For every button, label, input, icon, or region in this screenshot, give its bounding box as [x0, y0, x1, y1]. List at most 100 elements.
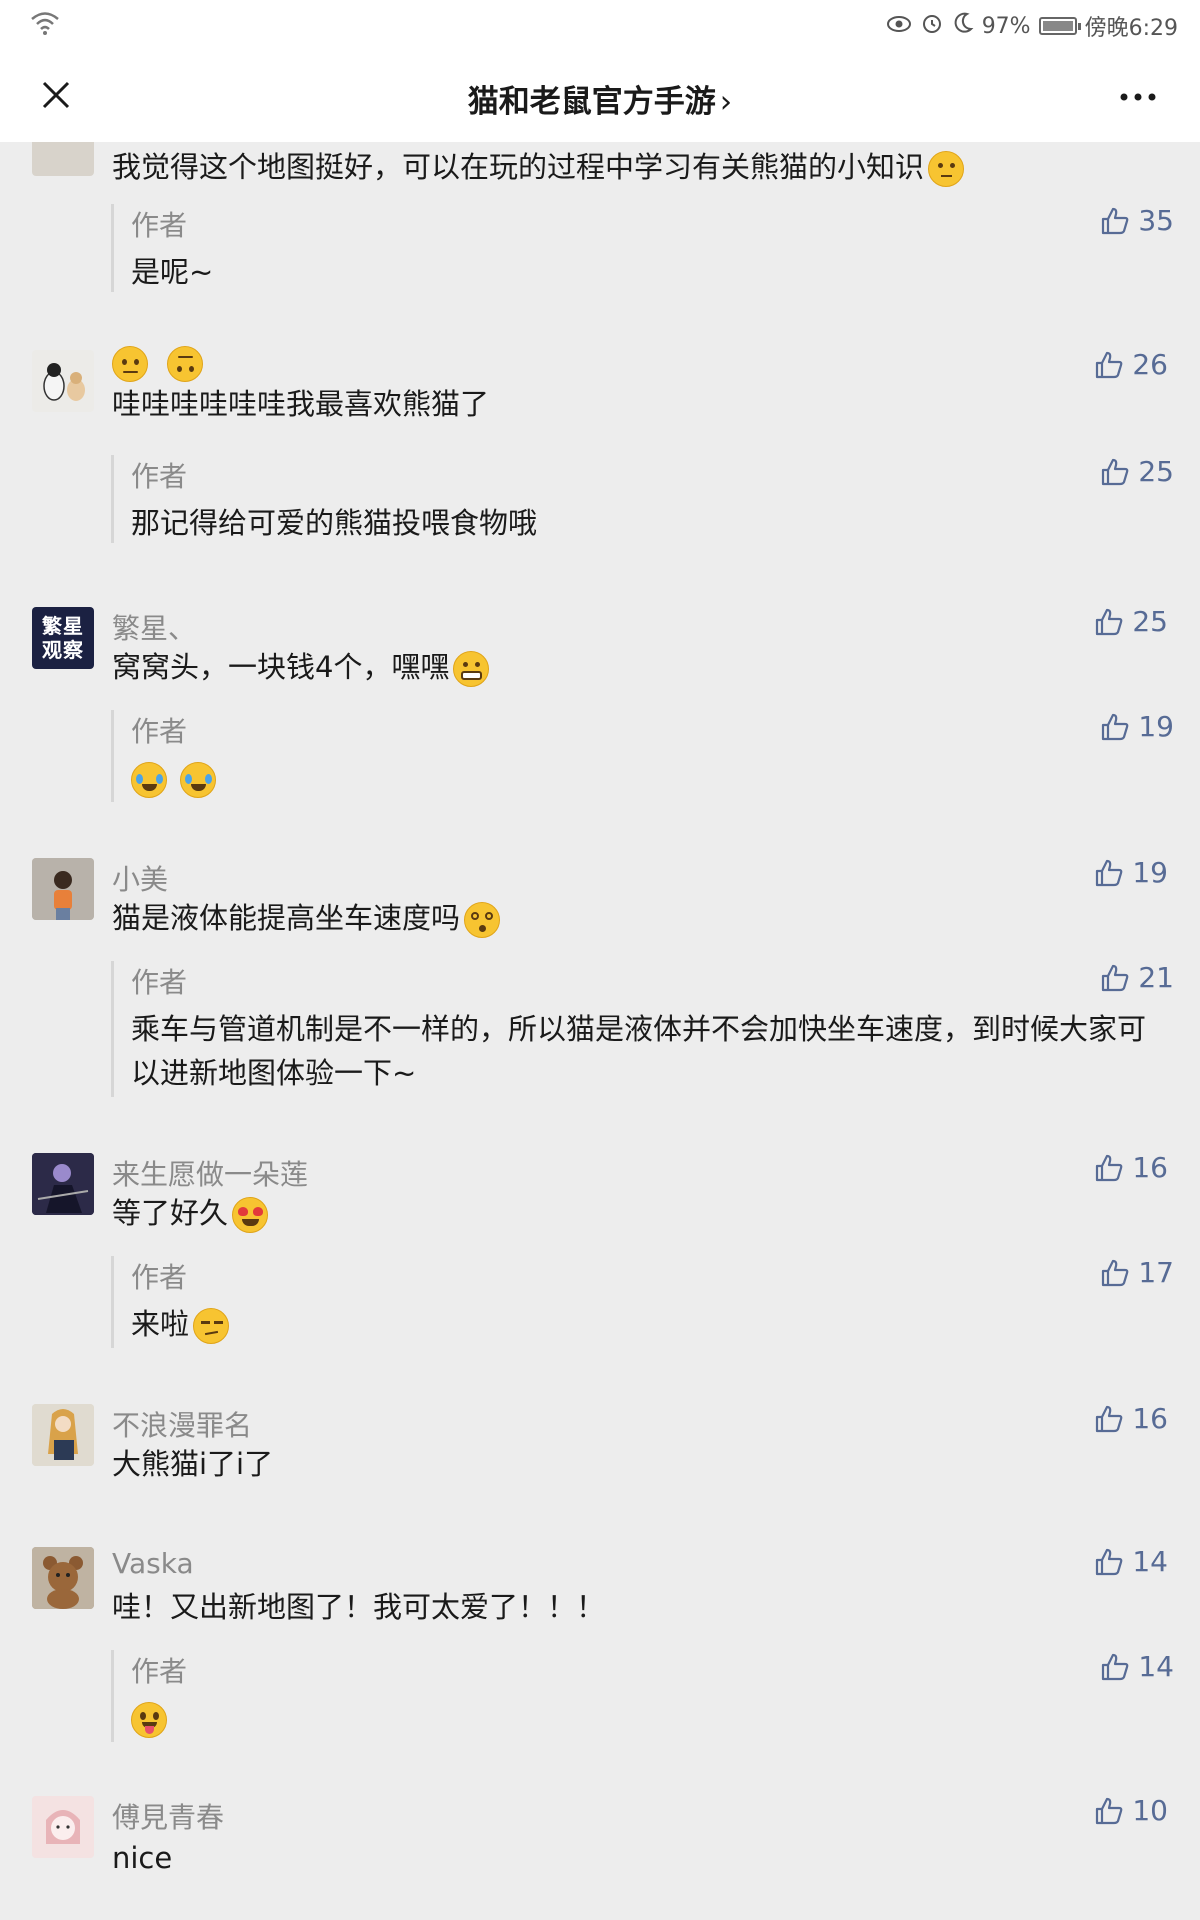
thumbs-up-icon	[1102, 964, 1129, 991]
comment-nickname: 繁星、	[112, 612, 197, 645]
reply-text: 那记得给可爱的熊猫投喂食物哦	[131, 506, 538, 540]
tongue-emoji-icon	[131, 1702, 167, 1738]
reply-text-content: 来啦	[131, 1307, 190, 1341]
reply-author-label: 作者	[131, 715, 188, 748]
thumbs-up-icon	[1096, 1154, 1123, 1181]
chevron-right-icon: ›	[719, 84, 733, 120]
avatar[interactable]	[32, 1404, 94, 1466]
comment-text-content: 窝窝头，一块钱4个，嘿嘿	[112, 650, 450, 684]
thinking-emoji-icon	[928, 151, 965, 187]
like-count: 26	[1132, 348, 1168, 381]
avatar[interactable]	[32, 1547, 94, 1609]
reply-author-label: 作者	[131, 460, 188, 493]
smile-emoji-icon	[112, 346, 148, 382]
reply-author-label: 作者	[131, 1655, 188, 1688]
like-count: 21	[1138, 961, 1174, 994]
like-button[interactable]: 16	[1094, 1151, 1168, 1184]
avatar[interactable]	[32, 142, 94, 176]
nav-bar: 猫和老鼠官方手游 ›	[0, 50, 1200, 142]
thumbs-up-icon	[1102, 1259, 1129, 1286]
like-count: 35	[1138, 204, 1174, 237]
emoji-row	[112, 340, 204, 384]
comment-nickname: 来生愿做一朵莲	[112, 1158, 309, 1191]
alarm-icon	[920, 11, 944, 41]
thumbs-up-icon	[1096, 1797, 1123, 1824]
comment-nickname: 傅見青春	[112, 1801, 225, 1834]
like-count: 14	[1138, 1650, 1174, 1683]
avatar[interactable]	[32, 350, 94, 412]
like-count: 25	[1138, 455, 1174, 488]
reply-text: 是呢~	[131, 255, 214, 289]
like-button[interactable]: 21	[1100, 961, 1174, 994]
like-button[interactable]: 14	[1094, 1545, 1168, 1578]
like-button[interactable]: 19	[1100, 710, 1174, 743]
thumbs-up-icon	[1096, 608, 1123, 635]
author-reply: 作者 乘车与管道机制是不一样的，所以猫是液体并不会加快坐车速度，到时候大家可以进…	[111, 961, 1174, 1097]
page-title[interactable]: 猫和老鼠官方手游 ›	[0, 76, 1200, 121]
comment-nickname: 小美	[112, 863, 169, 896]
like-count: 14	[1132, 1545, 1168, 1578]
comment-text: 哇！又出新地图了！我可太爱了！！！	[112, 1590, 606, 1624]
smirk-emoji-icon	[193, 1308, 230, 1344]
battery-percent: 97%	[981, 13, 1031, 39]
like-count: 10	[1132, 1794, 1168, 1827]
reply-emoji-row	[131, 1696, 1151, 1740]
like-count: 19	[1138, 710, 1174, 743]
like-button[interactable]: 10	[1094, 1794, 1168, 1827]
like-count: 19	[1132, 856, 1168, 889]
eye-icon	[886, 13, 912, 39]
author-reply: 作者 来啦 17	[111, 1256, 1174, 1348]
wifi-icon	[30, 10, 60, 40]
comment-text: 哇哇哇哇哇哇我最喜欢熊猫了	[112, 387, 490, 421]
thumbs-up-icon	[1096, 1548, 1123, 1575]
laugh-cry-emoji-icon	[131, 762, 167, 798]
thumbs-up-icon	[1096, 351, 1123, 378]
reply-author-label: 作者	[131, 966, 188, 999]
laugh-cry-emoji-icon	[180, 762, 217, 798]
comment-text-content: 我觉得这个地图挺好，可以在玩的过程中学习有关熊猫的小知识	[112, 150, 925, 184]
like-count: 17	[1138, 1256, 1174, 1289]
like-button[interactable]: 16	[1094, 1402, 1168, 1435]
avatar[interactable]: 繁星观察	[32, 607, 94, 669]
dizzy-emoji-icon	[464, 902, 501, 938]
comment-text: 猫是液体能提高坐车速度吗	[112, 896, 501, 940]
like-button[interactable]: 35	[1100, 204, 1174, 237]
like-count: 16	[1132, 1151, 1168, 1184]
like-button[interactable]: 19	[1094, 856, 1168, 889]
like-button[interactable]: 14	[1100, 1650, 1174, 1683]
comment-text: 窝窝头，一块钱4个，嘿嘿	[112, 645, 490, 689]
comment-nickname: 不浪漫罪名	[112, 1409, 253, 1442]
upside-down-emoji-icon	[167, 346, 204, 382]
author-reply: 作者 14	[111, 1650, 1174, 1742]
reply-author-label: 作者	[131, 209, 188, 242]
reply-text: 乘车与管道机制是不一样的，所以猫是液体并不会加快坐车速度，到时候大家可以进新地图…	[131, 1012, 1147, 1090]
thumbs-up-icon	[1102, 1653, 1129, 1680]
thumbs-up-icon	[1102, 207, 1129, 234]
reply-author-label: 作者	[131, 1261, 188, 1294]
comment-text-content: 等了好久	[112, 1196, 229, 1230]
reply-emoji-row	[131, 756, 1151, 800]
moon-icon	[952, 11, 974, 41]
comment-text: nice	[112, 1841, 173, 1875]
like-button[interactable]: 17	[1100, 1256, 1174, 1289]
author-reply: 作者 19	[111, 710, 1174, 802]
like-button[interactable]: 25	[1094, 605, 1168, 638]
thumbs-up-icon	[1096, 1405, 1123, 1432]
author-reply: 作者 是呢~ 35	[111, 204, 1174, 292]
battery-icon	[1038, 17, 1081, 35]
avatar[interactable]	[32, 1796, 94, 1858]
status-time: 傍晚6:29	[1084, 16, 1178, 41]
grimace-emoji-icon	[453, 651, 490, 687]
comment-text: 等了好久	[112, 1191, 269, 1235]
avatar[interactable]	[32, 1153, 94, 1215]
reply-text: 来啦	[131, 1302, 1151, 1346]
like-count: 16	[1132, 1402, 1168, 1435]
like-button[interactable]: 25	[1100, 455, 1174, 488]
comment-nickname: Vaska	[112, 1547, 194, 1580]
like-button[interactable]: 26	[1094, 348, 1168, 381]
avatar[interactable]	[32, 858, 94, 920]
status-bar: 97% 傍晚6:29	[0, 0, 1200, 50]
more-icon[interactable]	[1118, 82, 1158, 112]
author-reply: 作者 那记得给可爱的熊猫投喂食物哦 25	[111, 455, 1174, 543]
heart-eyes-emoji-icon	[232, 1197, 269, 1233]
